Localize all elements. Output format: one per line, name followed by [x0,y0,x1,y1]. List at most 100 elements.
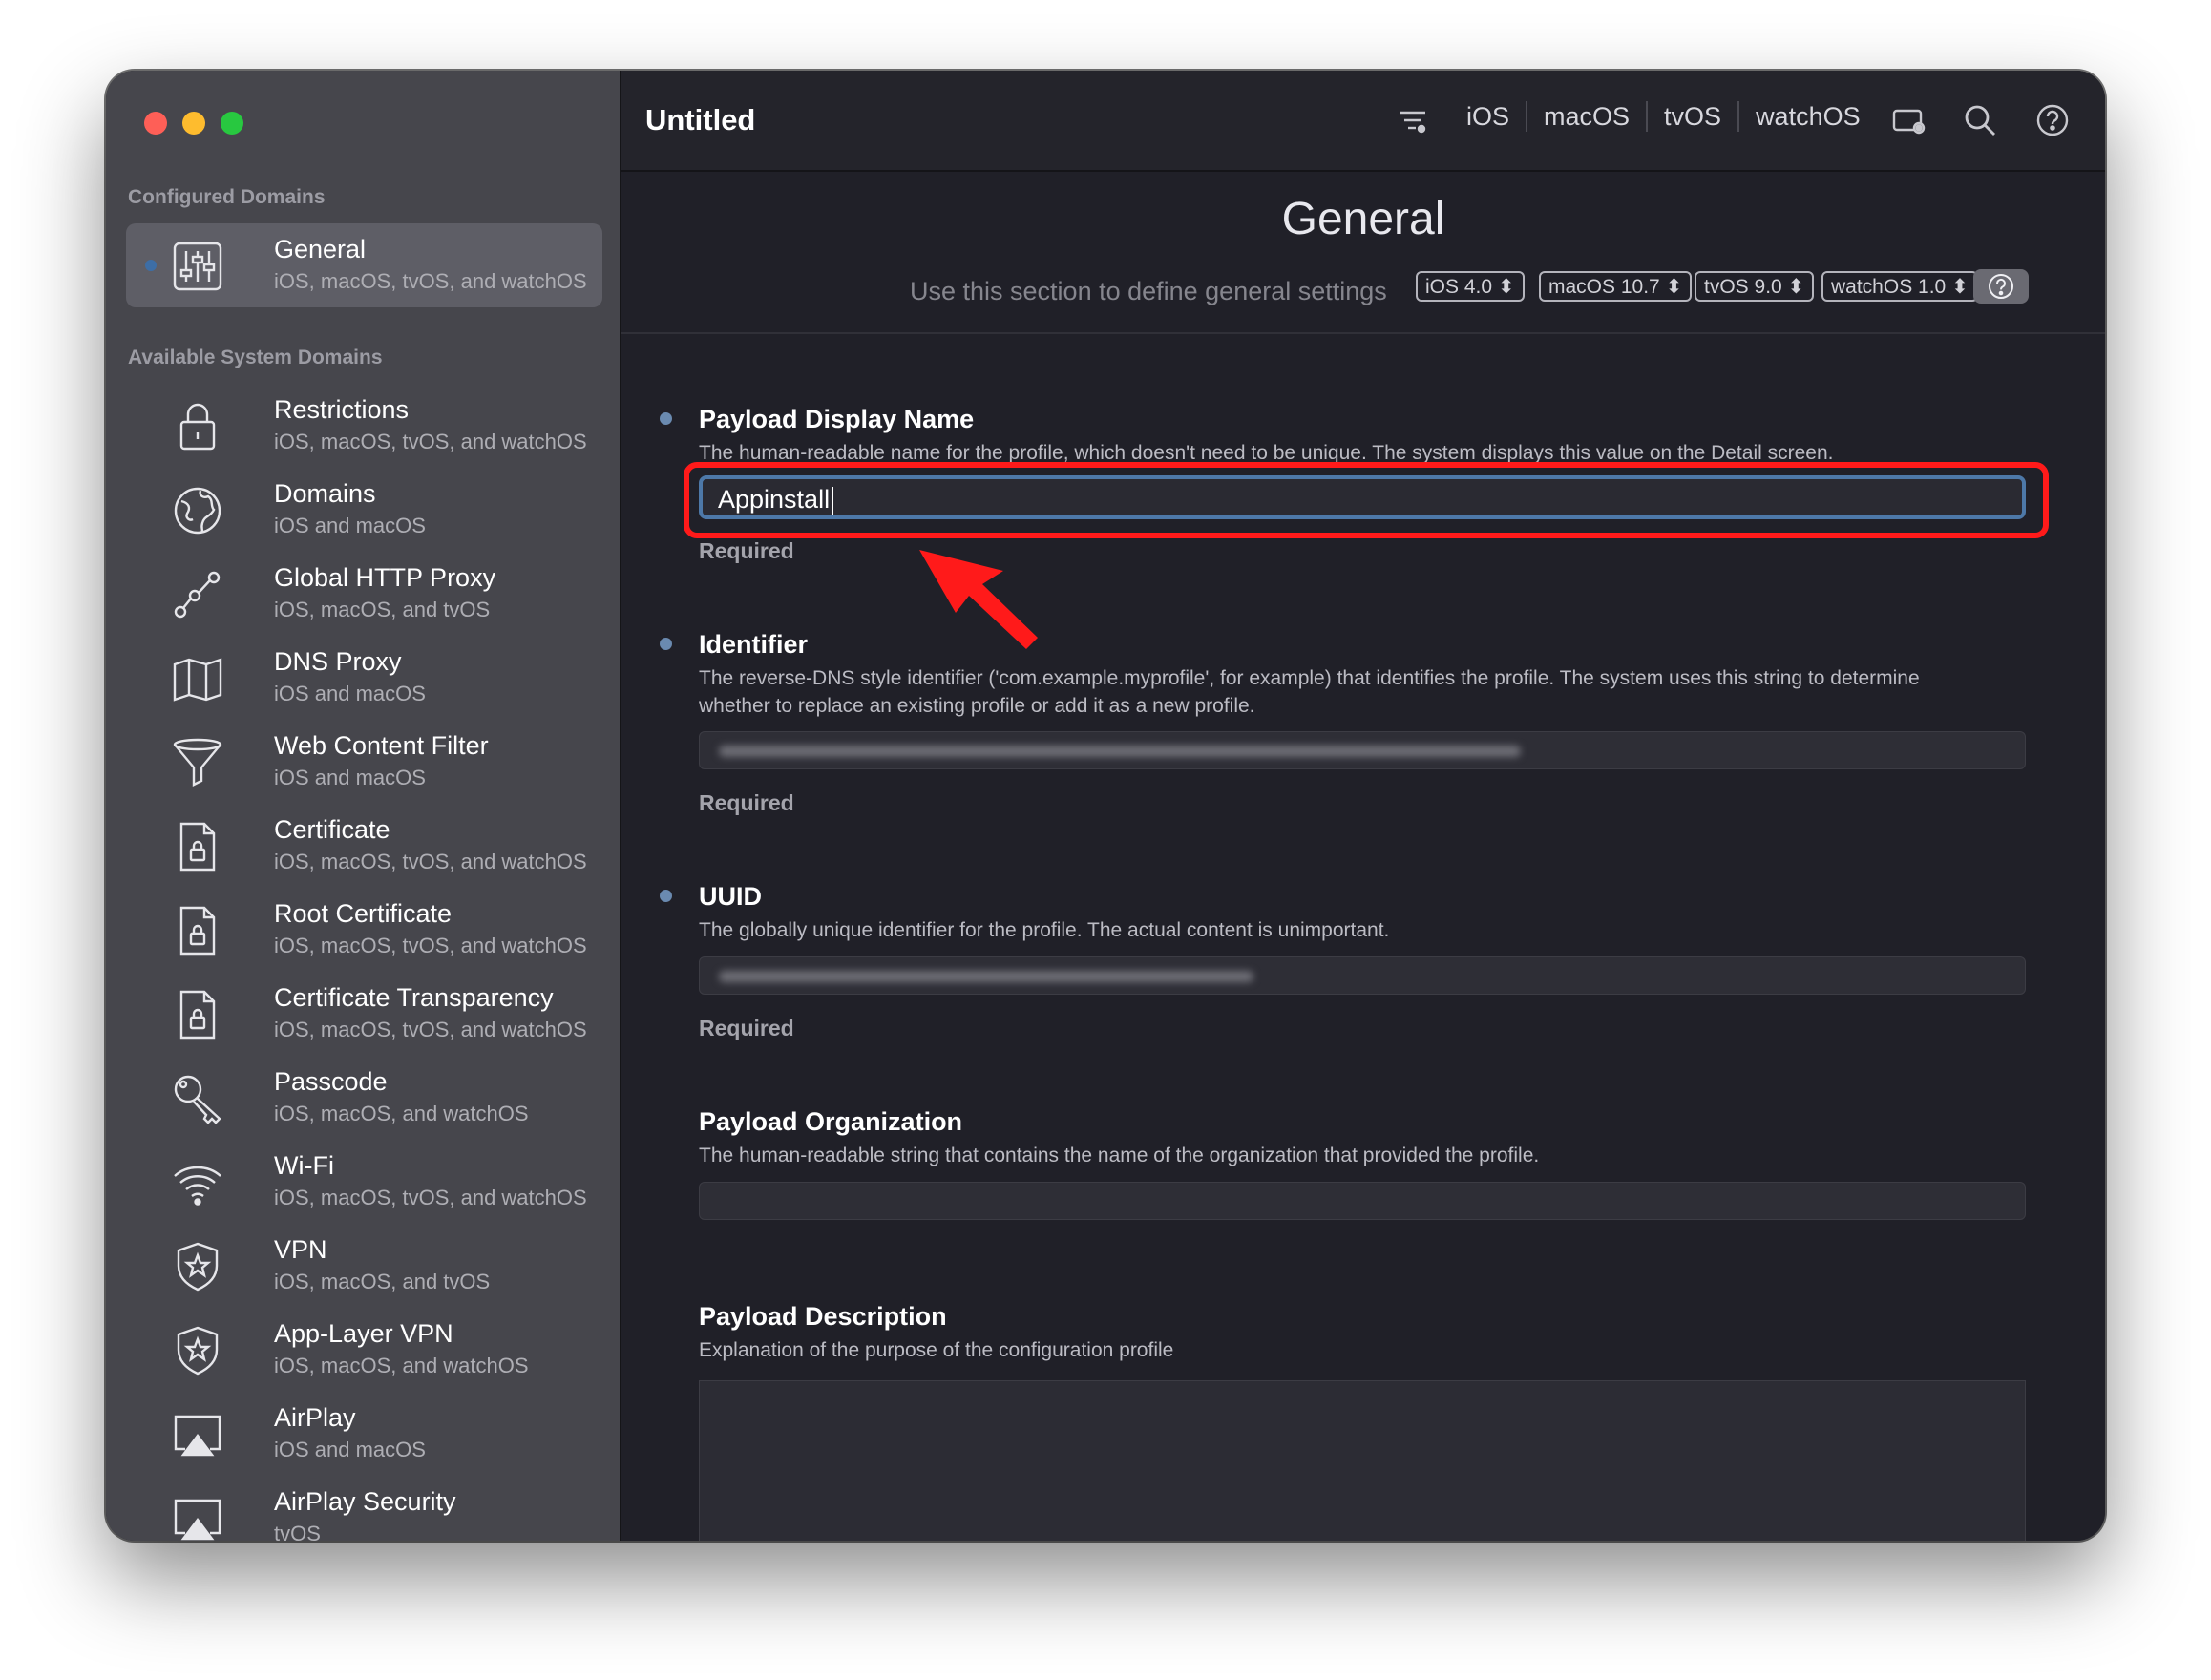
certificate-lock-icon [172,989,223,1040]
app-window: Configured Domains General iOS, macOS, t… [106,71,2105,1541]
section-help-button[interactable] [1973,269,2029,304]
sidebar-item-label: VPN [274,1235,327,1264]
sidebar-item-global-http-proxy[interactable]: Global HTTP Proxy iOS, macOS, and tvOS [126,552,602,636]
required-label: Required [699,1016,794,1040]
sidebar-item-platforms: iOS, macOS, tvOS, and watchOS [274,430,587,453]
document-title: Untitled [645,103,756,136]
tvos-version-stepper[interactable]: tvOS 9.0 ⬍ [1695,271,1815,302]
sidebar-item-platforms: iOS and macOS [274,766,426,789]
sidebar-item-vpn[interactable]: VPN iOS, macOS, and tvOS [126,1224,602,1308]
sidebar-item-label: Certificate [274,815,390,844]
macos-version-stepper[interactable]: macOS 10.7 ⬍ [1539,271,1693,302]
certificate-lock-icon [172,905,223,956]
close-window-button[interactable] [144,112,167,135]
sidebar-item-domains[interactable]: Domains iOS and macOS [126,468,602,552]
redacted-value [719,971,1253,982]
uuid-input[interactable] [699,956,2026,995]
sidebar-item-root-certificate[interactable]: Root Certificate iOS, macOS, tvOS, and w… [126,888,602,972]
padlock-icon [172,401,223,452]
sidebar-item-general[interactable]: General iOS, macOS, tvOS, and watchOS [126,223,602,307]
sidebar-item-platforms: iOS, macOS, tvOS, and watchOS [274,934,587,957]
sidebar-item-platforms: iOS and macOS [274,1438,426,1461]
sidebar-item-platforms: iOS, macOS, and watchOS [274,1102,529,1125]
toolbar: Untitled iOS macOS tvOS watchOS [621,71,2105,172]
sidebar-item-certificate[interactable]: Certificate iOS, macOS, tvOS, and watchO… [126,804,602,888]
proxy-network-icon [172,569,223,620]
field-status-dot [660,890,672,902]
main-pane: Untitled iOS macOS tvOS watchOS General … [621,71,2105,1541]
sidebar-item-dns-proxy[interactable]: DNS Proxy iOS and macOS [126,636,602,720]
sidebar-item-label: Certificate Transparency [274,983,554,1012]
sidebar-item-platforms: iOS and macOS [274,682,426,705]
filter-icon[interactable] [1396,103,1430,137]
sidebar-item-platforms: tvOS [274,1522,321,1541]
version-text: iOS 4.0 [1425,276,1493,298]
help-icon [1989,274,2013,299]
platform-tvos-button[interactable]: tvOS [1648,102,1737,132]
funnel-icon [172,737,223,788]
watchos-version-stepper[interactable]: watchOS 1.0 ⬍ [1821,271,1978,302]
sidebar-item-airplay[interactable]: AirPlay iOS and macOS [126,1392,602,1476]
sidebar-item-label: Web Content Filter [274,731,489,760]
sidebar-item-label: Passcode [274,1067,388,1096]
sidebar-item-label: Global HTTP Proxy [274,563,496,592]
sidebar-item-label: DNS Proxy [274,647,402,676]
sidebar-item-certificate-transparency[interactable]: Certificate Transparency iOS, macOS, tvO… [126,972,602,1056]
divider [621,332,2105,334]
identifier-description: The reverse-DNS style identifier ('com.e… [699,667,1920,717]
shield-star-icon [172,1325,223,1376]
version-text: watchOS 1.0 [1831,276,1947,298]
search-icon[interactable] [1963,103,1997,137]
redacted-value [719,746,1521,757]
sidebar-item-airplay-security[interactable]: AirPlay Security tvOS [126,1476,602,1541]
sidebar-item-label: Wi-Fi [274,1151,334,1180]
identifier-input[interactable] [699,731,2026,769]
payload-organization-description: The human-readable string that contains … [699,1144,1540,1166]
payload-display-name-label: Payload Display Name [699,405,975,433]
sidebar-item-platforms: iOS, macOS, tvOS, and watchOS [274,1186,587,1209]
help-icon[interactable] [2035,103,2070,137]
sidebar-item-label: Restrictions [274,395,410,424]
identifier-label: Identifier [699,630,809,659]
airplay-icon [172,1409,223,1460]
wifi-icon [172,1157,223,1208]
configured-indicator-dot [145,260,157,271]
sidebar-item-restrictions[interactable]: Restrictions iOS, macOS, tvOS, and watch… [126,384,602,468]
stepper-arrows-icon: ⬍ [1787,276,1805,298]
required-label: Required [699,790,794,815]
platform-macos-button[interactable]: macOS [1527,102,1646,132]
sliders-icon [172,241,223,292]
platform-watchos-button[interactable]: watchOS [1739,102,1877,132]
ios-version-stepper[interactable]: iOS 4.0 ⬍ [1416,271,1525,302]
sidebar-item-label: AirPlay [274,1403,356,1432]
available-domains-heading: Available System Domains [128,346,383,368]
zoom-window-button[interactable] [221,112,243,135]
payload-description-textarea[interactable] [699,1380,2026,1541]
minimize-window-button[interactable] [182,112,205,135]
required-label: Required [699,538,794,563]
sidebar-item-label: App-Layer VPN [274,1319,453,1348]
sidebar-item-app-layer-vpn[interactable]: App-Layer VPN iOS, macOS, and watchOS [126,1308,602,1392]
field-status-dot [660,412,672,425]
sidebar-item-platforms: iOS, macOS, and tvOS [274,1270,491,1293]
sidebar-item-platforms: iOS, macOS, and tvOS [274,598,491,621]
shield-star-icon [172,1241,223,1292]
sidebar: Configured Domains General iOS, macOS, t… [106,71,621,1541]
sidebar-item-label: Domains [274,479,376,508]
sidebar-item-label: General [274,235,367,263]
device-settings-icon[interactable] [1891,103,1926,137]
payload-description-label: Payload Description [699,1302,947,1331]
uuid-description: The globally unique identifier for the p… [699,919,1390,941]
window-controls [144,112,243,135]
sidebar-item-wifi[interactable]: Wi-Fi iOS, macOS, tvOS, and watchOS [126,1140,602,1224]
section-description: Use this section to define general setti… [910,277,1387,305]
certificate-lock-icon [172,821,223,872]
sidebar-item-platforms: iOS, macOS, tvOS, and watchOS [274,850,587,873]
payload-organization-input[interactable] [699,1182,2026,1220]
sidebar-item-passcode[interactable]: Passcode iOS, macOS, and watchOS [126,1056,602,1140]
sidebar-item-web-content-filter[interactable]: Web Content Filter iOS and macOS [126,720,602,804]
key-icon [172,1073,223,1124]
sidebar-item-label: AirPlay Security [274,1487,456,1516]
platform-ios-button[interactable]: iOS [1450,102,1526,132]
sidebar-item-platforms: iOS, macOS, and watchOS [274,1354,529,1377]
